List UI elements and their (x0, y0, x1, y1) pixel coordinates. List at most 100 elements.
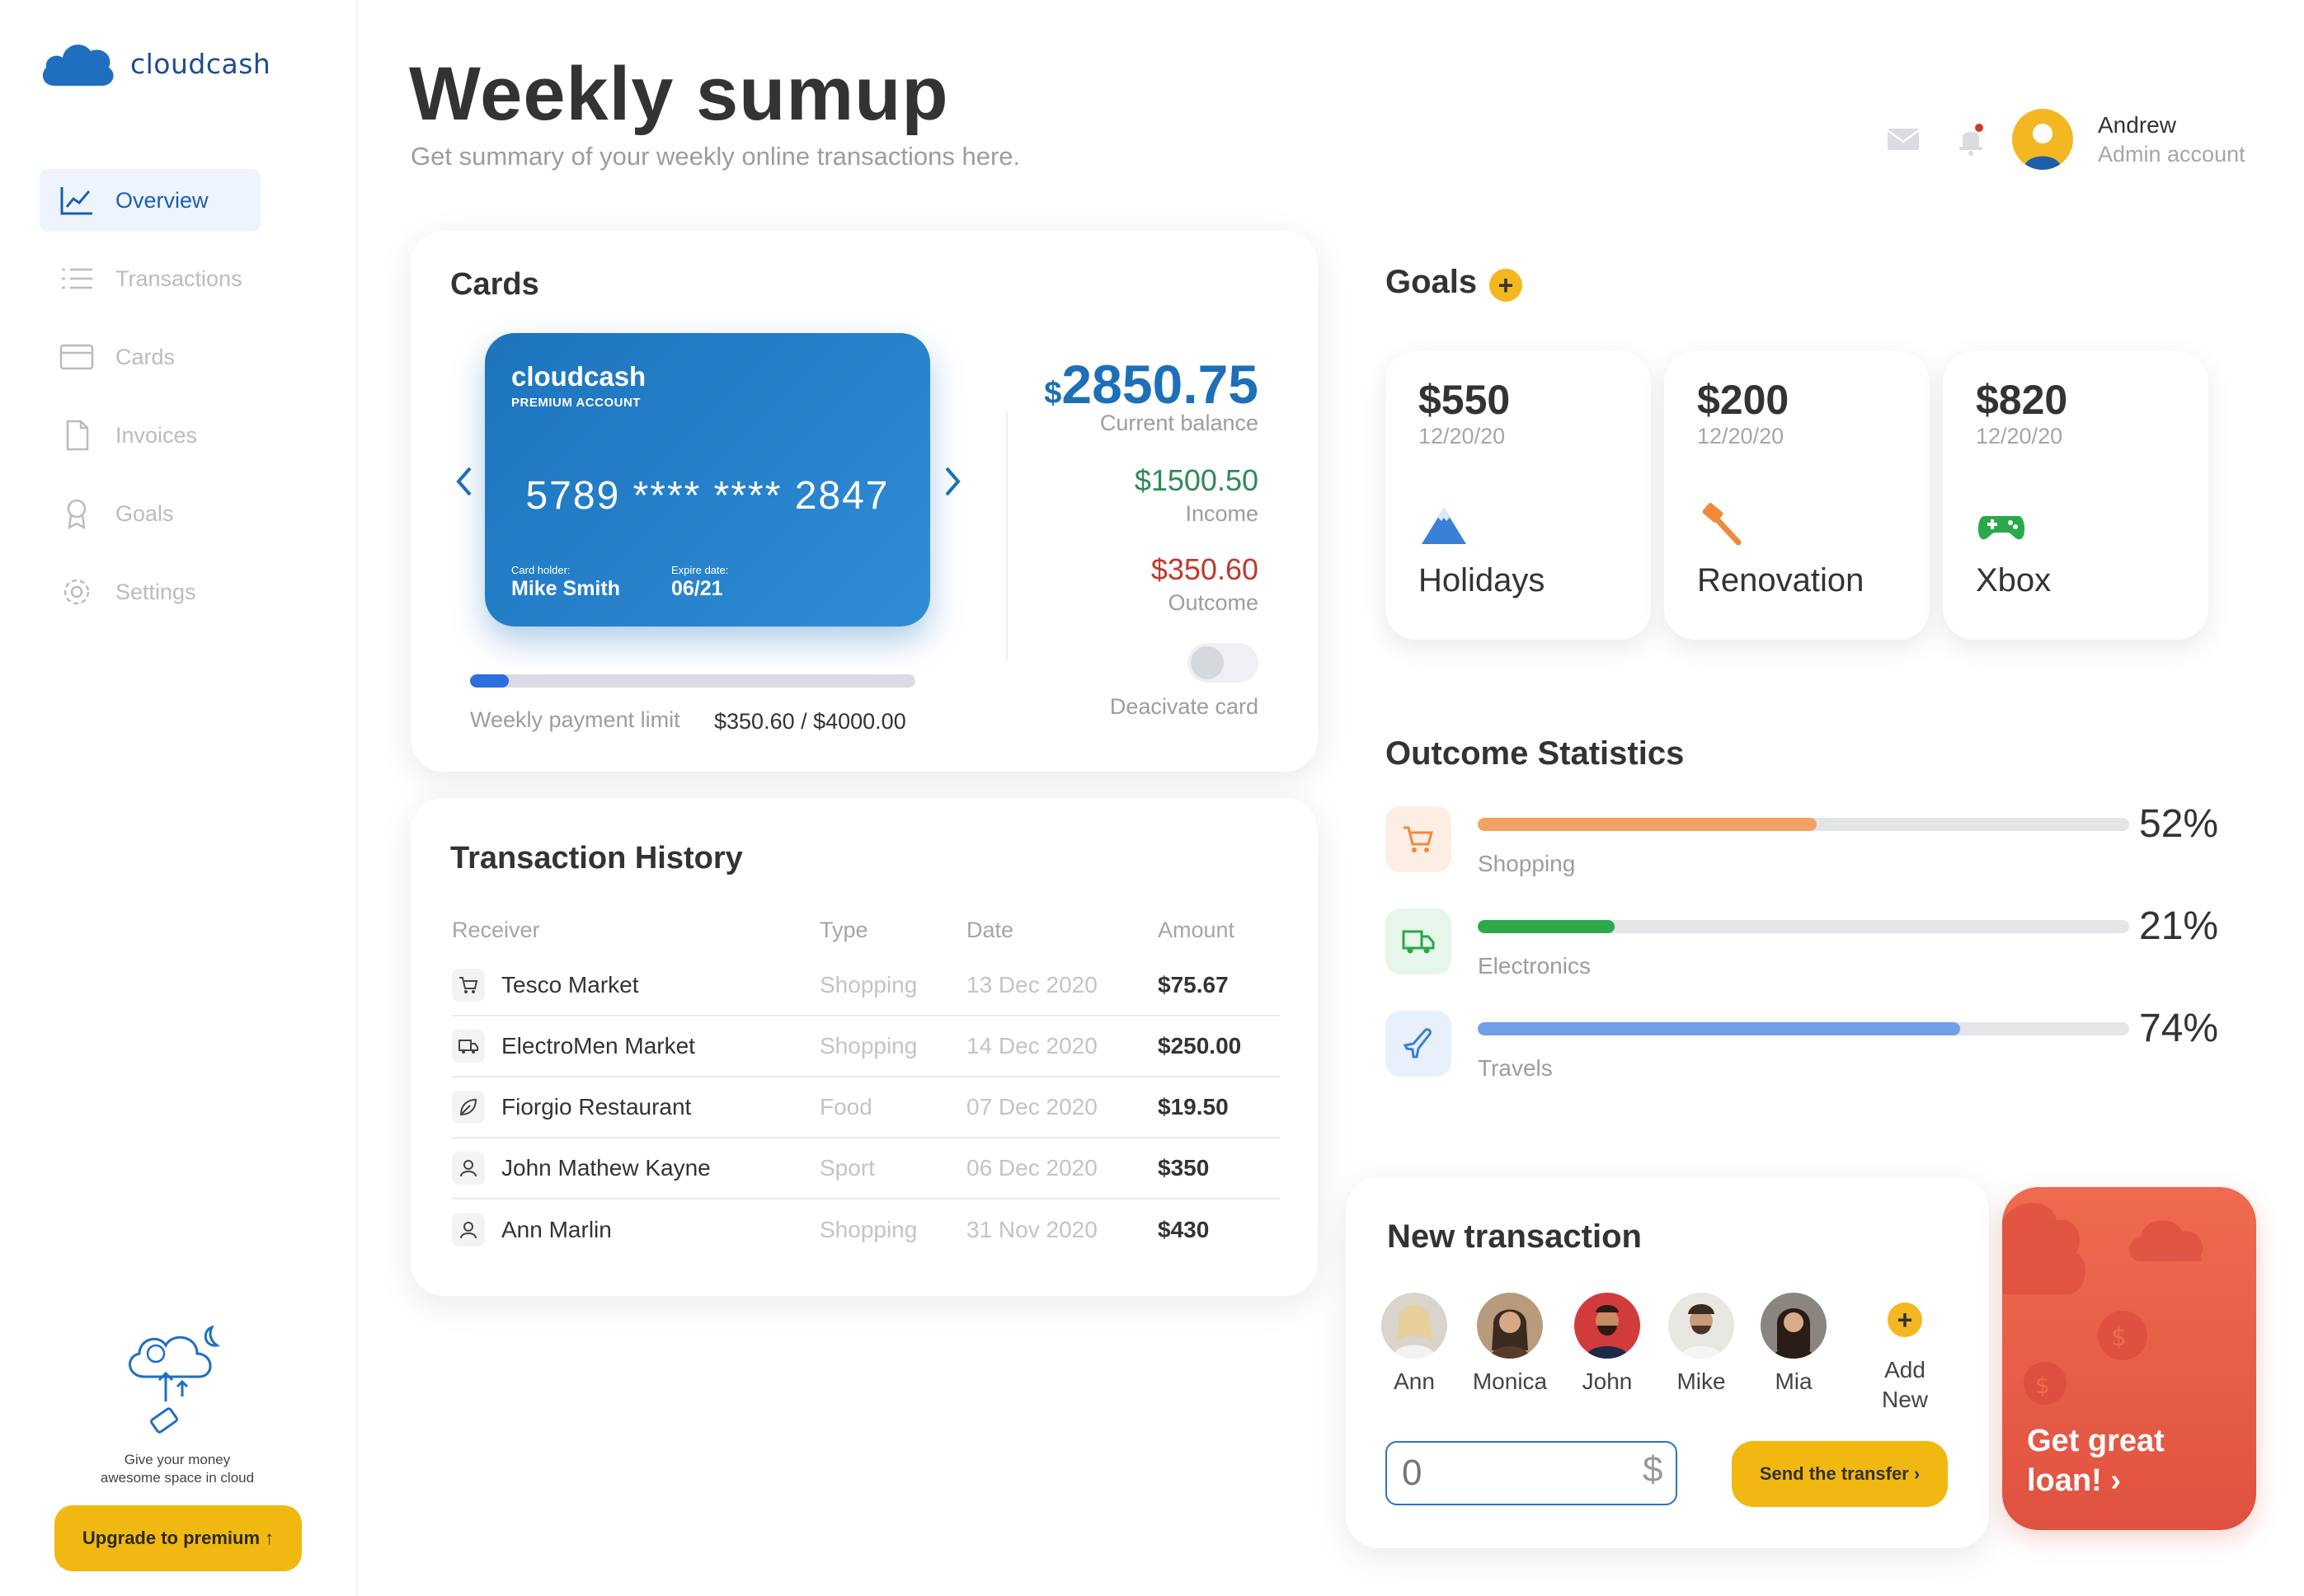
transaction-amount: $19.50 (1158, 1077, 1280, 1138)
goal-amount: $200 (1697, 377, 1789, 423)
card-holder-label: Card holder: (511, 564, 571, 576)
transaction-type: Sport (820, 1138, 966, 1199)
stat-label-shopping: Shopping (1478, 851, 1576, 876)
transaction-date: 14 Dec 2020 (966, 1016, 1158, 1077)
avatar[interactable] (2012, 109, 2073, 170)
stat-fill-electronics (1478, 920, 1615, 933)
contact-john[interactable]: John (1562, 1293, 1653, 1395)
sidebar-item-label: Overview (115, 187, 209, 213)
payment-limit-value: $350.60 / $4000.00 (714, 709, 906, 734)
stat-label-electronics: Electronics (1478, 953, 1591, 979)
chevron-right-icon[interactable] (940, 463, 965, 500)
logo[interactable]: cloudcash (40, 36, 270, 91)
card-tier: PREMIUM ACCOUNT (511, 396, 641, 410)
cards-panel: Cards cloudcash PREMIUM ACCOUNT 5789 ***… (411, 231, 1318, 772)
transaction-type: Shopping (820, 1216, 918, 1242)
outcome-label: Outcome (1168, 590, 1258, 615)
card-holder: Mike Smith (511, 577, 620, 600)
contact-mike[interactable]: Mike (1656, 1293, 1747, 1395)
credit-card-icon (59, 344, 94, 370)
goal-card-renovation[interactable]: $200 12/20/20 Renovation (1664, 351, 1930, 640)
contact-avatar (1761, 1293, 1827, 1359)
contact-name: Mia (1775, 1368, 1813, 1394)
send-transfer-button[interactable]: Send the transfer › (1732, 1441, 1948, 1507)
contact-name: Mike (1676, 1368, 1726, 1394)
add-new-line-2: New (1881, 1387, 1928, 1412)
upgrade-button[interactable]: Upgrade to premium ↑ (54, 1505, 302, 1571)
mountain-icon (1422, 508, 1466, 544)
bell-icon[interactable] (1953, 120, 1989, 157)
user-icon (452, 1152, 485, 1185)
svg-text:$: $ (2035, 1372, 2050, 1399)
current-balance: $2850.75 (1044, 353, 1258, 415)
loan-promo-card[interactable]: $ $ Get great loan! › (2002, 1187, 2256, 1530)
sidebar-item-label: Goals (115, 500, 174, 526)
chart-line-icon (60, 187, 92, 215)
transaction-history-panel: Transaction History Receiver Type Date A… (411, 798, 1318, 1296)
paint-brush-icon (1702, 503, 1742, 546)
document-icon (66, 420, 89, 451)
user-role: Admin account (2098, 142, 2245, 167)
sidebar-item-cards[interactable]: Cards (40, 326, 261, 388)
gamepad-icon (1977, 516, 2025, 540)
goal-card-xbox[interactable]: $820 12/20/20 Xbox (1943, 351, 2208, 640)
page-subtitle: Get summary of your weekly online transa… (411, 142, 1021, 171)
card-number: 5789 **** **** 2847 (525, 474, 890, 518)
balance-label: Current balance (1099, 411, 1258, 435)
goal-date: 12/20/20 (1697, 424, 1784, 448)
add-goal-button[interactable]: + (1489, 269, 1522, 302)
contact-avatar (1477, 1293, 1543, 1359)
svg-text:$: $ (2111, 1323, 2127, 1352)
sidebar-item-invoices[interactable]: Invoices (40, 404, 261, 467)
user-avatar-icon (2024, 124, 2062, 170)
credit-card[interactable]: cloudcash PREMIUM ACCOUNT 5789 **** ****… (485, 333, 930, 627)
goals-title: Goals (1385, 264, 1478, 300)
os-icon-shopping (1385, 806, 1451, 872)
table-row[interactable]: John Mathew Kayne Sport 06 Dec 2020 $350 (452, 1138, 1280, 1199)
amount-input[interactable] (1385, 1441, 1677, 1505)
sidebar-item-goals[interactable]: Goals (40, 482, 261, 545)
plus-icon[interactable]: + (1888, 1303, 1922, 1337)
transaction-table: Receiver Type Date Amount Tesco Market S… (452, 905, 1280, 1260)
loan-text: Get great loan! › (2027, 1421, 2241, 1500)
table-row[interactable]: Fiorgio Restaurant Food 07 Dec 2020 $19.… (452, 1077, 1280, 1138)
receiver-name: ElectroMen Market (501, 1033, 695, 1059)
outcome-value: $350.60 (1150, 552, 1258, 586)
goal-card-holidays[interactable]: $550 12/20/20 Holidays (1385, 351, 1651, 640)
card-expiry-label: Expire date: (671, 564, 729, 576)
contact-ann[interactable]: Ann (1369, 1293, 1460, 1395)
cart-icon (452, 968, 485, 1002)
sidebar-item-transactions[interactable]: Transactions (40, 247, 261, 310)
promo-line-2: awesome space in cloud (100, 1470, 255, 1486)
transaction-history-title: Transaction History (450, 841, 743, 875)
table-row[interactable]: Tesco Market Shopping 13 Dec 2020 $75.67 (452, 955, 1280, 1016)
goal-name: Renovation (1697, 562, 1864, 598)
contact-name: Monica (1472, 1368, 1548, 1394)
amount-currency: $ (1643, 1449, 1663, 1490)
table-row[interactable]: ElectroMen Market Shopping 14 Dec 2020 $… (452, 1016, 1280, 1077)
sidebar-item-overview[interactable]: Overview (40, 169, 261, 232)
cloud-logo-icon (42, 45, 114, 86)
stat-fill-travels (1478, 1022, 1960, 1035)
stat-bar-travels (1478, 1022, 2129, 1035)
mail-icon[interactable] (1885, 120, 1921, 157)
contact-mia[interactable]: Mia (1748, 1293, 1839, 1395)
leaf-icon (452, 1091, 485, 1124)
contact-monica[interactable]: Monica (1465, 1293, 1555, 1395)
airplane-icon (1403, 1028, 1432, 1059)
goal-date: 12/20/20 (1418, 424, 1506, 448)
sidebar-item-settings[interactable]: Settings (40, 561, 261, 623)
table-row[interactable]: Ann Marlin Shopping 31 Nov 2020 $430 (452, 1199, 1280, 1260)
stat-percent-electronics: 21% (2139, 904, 2219, 948)
payment-limit-fill (470, 674, 510, 688)
add-new-contact[interactable]: + Add New (1864, 1303, 1946, 1415)
transaction-type: Shopping (820, 1016, 966, 1077)
deactivate-card-toggle[interactable] (1187, 643, 1258, 683)
stat-bar-electronics (1478, 920, 2129, 933)
add-new-label: Add New (1864, 1355, 1946, 1415)
transaction-amount: $430 (1158, 1216, 1210, 1242)
chevron-left-icon[interactable] (452, 463, 477, 500)
goal-name: Xbox (1976, 562, 2052, 598)
stat-percent-travels: 74% (2139, 1007, 2219, 1050)
contact-avatar (1668, 1293, 1734, 1359)
